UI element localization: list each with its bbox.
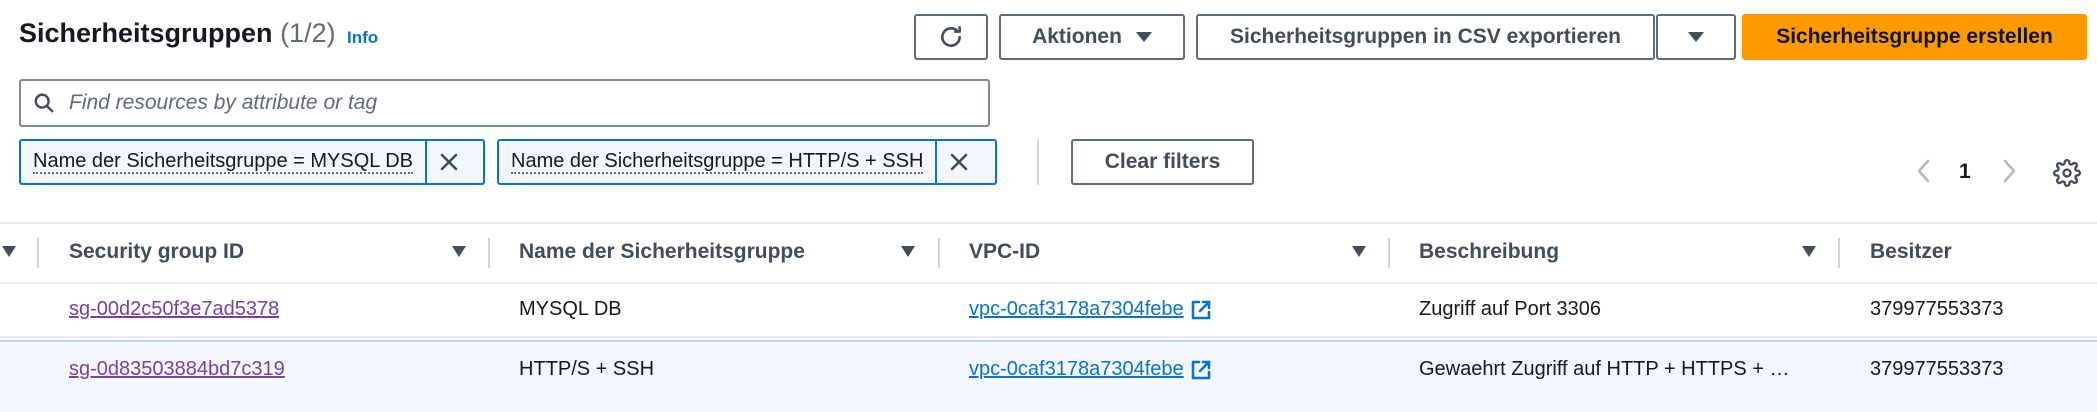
- column-resizer[interactable]: [1388, 238, 1390, 268]
- chevron-down-icon: [1688, 32, 1704, 42]
- filter-token: Name der Sicherheitsgruppe = MYSQL DB: [19, 139, 485, 185]
- actions-label: Aktionen: [1032, 25, 1122, 48]
- column-header-vpc-id[interactable]: VPC-ID: [969, 240, 1040, 264]
- column-header-description[interactable]: Beschreibung: [1419, 240, 1559, 264]
- security-group-id-link[interactable]: sg-00d2c50f3e7ad5378: [69, 298, 279, 321]
- next-page-button[interactable]: [1998, 158, 2020, 189]
- export-csv-button[interactable]: Sicherheitsgruppen in CSV exportieren: [1196, 14, 1655, 60]
- vpc-id-link[interactable]: vpc-0caf3178a7304febe: [969, 298, 1184, 320]
- column-header-owner[interactable]: Besitzer: [1870, 240, 1952, 264]
- security-group-id-link[interactable]: sg-0d83503884bd7c319: [69, 358, 285, 381]
- column-resizer[interactable]: [938, 238, 940, 268]
- close-icon: [440, 153, 458, 171]
- gear-icon: [2053, 159, 2081, 187]
- refresh-icon: [941, 25, 961, 47]
- description-cell: Zugriff auf Port 3306: [1419, 298, 1601, 320]
- page-number[interactable]: 1: [1959, 160, 1971, 184]
- sort-icon[interactable]: [1352, 246, 1366, 257]
- page-title: Sicherheitsgruppen (1/2): [19, 18, 336, 48]
- close-icon: [951, 153, 968, 171]
- external-link-icon: [1191, 360, 1210, 380]
- table-settings-button[interactable]: [2053, 159, 2081, 192]
- vpc-id-cell: vpc-0caf3178a7304febe: [969, 298, 1212, 321]
- search-input[interactable]: [67, 90, 971, 116]
- clear-filters-label: Clear filters: [1104, 150, 1221, 173]
- description-cell: Gewaehrt Zugriff auf HTTP + HTTPS + …: [1419, 358, 1790, 380]
- remove-filter-button[interactable]: [935, 141, 981, 183]
- sort-icon[interactable]: [901, 246, 915, 257]
- vpc-id-cell: vpc-0caf3178a7304febe: [969, 358, 1212, 381]
- filter-token: Name der Sicherheitsgruppe = HTTP/S + SS…: [497, 139, 997, 185]
- security-group-name: HTTP/S + SSH: [519, 358, 655, 380]
- filter-token-label[interactable]: Name der Sicherheitsgruppe = HTTP/S + SS…: [499, 141, 935, 183]
- table-row[interactable]: sg-0d83503884bd7c319 HTTP/S + SSH vpc-0c…: [0, 340, 2097, 412]
- chevron-down-icon: [1135, 32, 1152, 42]
- sort-icon[interactable]: [1802, 246, 1816, 257]
- search-box: [19, 79, 990, 127]
- selection-count: (1/2): [280, 18, 336, 48]
- owner-cell: 379977553373: [1870, 358, 2004, 380]
- export-dropdown-button[interactable]: [1656, 14, 1736, 60]
- refresh-button[interactable]: [914, 14, 988, 60]
- info-link[interactable]: Info: [347, 28, 378, 48]
- column-resizer[interactable]: [37, 238, 39, 268]
- clear-filters-button[interactable]: Clear filters: [1071, 139, 1254, 185]
- column-resizer[interactable]: [1838, 238, 1840, 268]
- table-row[interactable]: sg-00d2c50f3e7ad5378 MYSQL DB vpc-0caf31…: [0, 280, 2097, 338]
- chevron-right-icon: [2003, 159, 2016, 183]
- filter-divider: [1037, 139, 1039, 185]
- column-resizer[interactable]: [488, 238, 490, 268]
- external-link-icon: [1191, 300, 1210, 320]
- table-header: Security group ID Name der Sicherheitsgr…: [0, 222, 2097, 284]
- create-security-group-button[interactable]: Sicherheitsgruppe erstellen: [1742, 14, 2087, 60]
- column-header-name[interactable]: Name der Sicherheitsgruppe: [519, 240, 805, 264]
- vpc-id-link[interactable]: vpc-0caf3178a7304febe: [969, 358, 1184, 380]
- owner-cell: 379977553373: [1870, 298, 2004, 320]
- sort-icon[interactable]: [2, 246, 16, 257]
- create-label: Sicherheitsgruppe erstellen: [1776, 25, 2053, 48]
- security-group-name: MYSQL DB: [519, 298, 622, 320]
- remove-filter-button[interactable]: [425, 141, 471, 183]
- actions-button[interactable]: Aktionen: [999, 14, 1185, 60]
- previous-page-button[interactable]: [1913, 158, 1935, 189]
- export-label: Sicherheitsgruppen in CSV exportieren: [1230, 25, 1621, 48]
- search-icon: [34, 93, 54, 113]
- column-header-security-group-id[interactable]: Security group ID: [69, 240, 244, 264]
- sort-icon[interactable]: [452, 246, 466, 257]
- filter-token-label[interactable]: Name der Sicherheitsgruppe = MYSQL DB: [21, 141, 425, 183]
- chevron-left-icon: [1917, 159, 1930, 183]
